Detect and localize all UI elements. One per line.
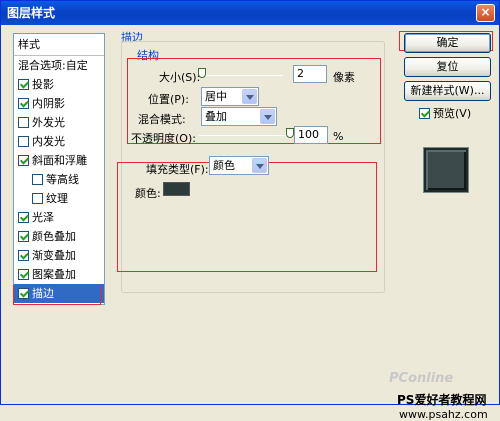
checkbox-icon[interactable]: [18, 155, 29, 166]
size-input[interactable]: 2: [293, 65, 327, 83]
blend-mode-label: 混合模式:: [138, 113, 186, 126]
site-name: PS爱好者教程网: [397, 393, 487, 407]
checkbox-icon[interactable]: [18, 231, 29, 242]
watermark-text: PConline: [389, 371, 454, 386]
style-item-bevel-emboss[interactable]: 斜面和浮雕: [14, 151, 104, 170]
site-url: www.psahz.com: [399, 408, 488, 421]
style-item-outer-glow[interactable]: 外发光: [14, 113, 104, 132]
checkbox-icon[interactable]: [18, 212, 29, 223]
checkbox-icon[interactable]: [18, 98, 29, 109]
style-item-inner-glow[interactable]: 内发光: [14, 132, 104, 151]
opacity-label: 不透明度(O):: [131, 132, 196, 145]
size-slider-track[interactable]: [199, 75, 283, 76]
color-swatch[interactable]: [163, 182, 190, 196]
checkbox-icon[interactable]: [18, 250, 29, 261]
checkbox-icon[interactable]: [18, 117, 29, 128]
opacity-slider-thumb[interactable]: [286, 128, 294, 138]
dialog-body: 样式 混合选项:自定 投影 内阴影 外发光 内发光 斜面和浮雕 等高线 纹理 光…: [3, 25, 497, 421]
style-item-pattern-overlay[interactable]: 图案叠加: [14, 265, 104, 284]
fill-type-select[interactable]: 颜色: [209, 156, 269, 175]
style-preview-thumbnail: [424, 148, 468, 192]
title-bar: 图层样式 ×: [1, 1, 499, 25]
checkbox-icon[interactable]: [32, 193, 43, 204]
size-label: 大小(S):: [159, 71, 201, 84]
chevron-down-icon[interactable]: [242, 89, 257, 104]
checkbox-icon[interactable]: [18, 79, 29, 90]
checkbox-icon[interactable]: [32, 174, 43, 185]
chevron-down-icon[interactable]: [260, 109, 275, 124]
reset-button[interactable]: 复位: [404, 57, 491, 77]
opacity-slider-track[interactable]: [199, 135, 291, 136]
highlight-box-stroke-item: [13, 285, 101, 305]
fill-type-label: 填充类型(F):: [146, 163, 209, 176]
style-item-inner-shadow[interactable]: 内阴影: [14, 94, 104, 113]
style-item-contour[interactable]: 等高线: [14, 170, 104, 189]
style-list-header[interactable]: 样式: [14, 34, 104, 56]
fill-type-value: 颜色: [213, 159, 235, 172]
checkbox-icon[interactable]: [18, 269, 29, 280]
position-select[interactable]: 居中: [201, 87, 259, 106]
size-unit: 像素: [333, 71, 355, 84]
checkbox-icon[interactable]: [419, 108, 430, 119]
style-item-satin[interactable]: 光泽: [14, 208, 104, 227]
opacity-input[interactable]: 100: [294, 126, 328, 144]
blend-mode-select[interactable]: 叠加: [201, 107, 277, 126]
ok-button[interactable]: 确定: [404, 33, 491, 53]
style-item-drop-shadow[interactable]: 投影: [14, 75, 104, 94]
preview-label: 预览(V): [433, 107, 472, 120]
style-item-color-overlay[interactable]: 颜色叠加: [14, 227, 104, 246]
chevron-down-icon[interactable]: [252, 158, 267, 173]
style-item-gradient-overlay[interactable]: 渐变叠加: [14, 246, 104, 265]
blend-options-item[interactable]: 混合选项:自定: [14, 56, 104, 75]
new-style-button[interactable]: 新建样式(W)...: [404, 81, 491, 101]
checkbox-icon[interactable]: [18, 136, 29, 147]
style-list: 样式 混合选项:自定 投影 内阴影 外发光 内发光 斜面和浮雕 等高线 纹理 光…: [13, 33, 105, 305]
style-item-texture[interactable]: 纹理: [14, 189, 104, 208]
color-label: 颜色:: [135, 187, 161, 200]
blend-mode-value: 叠加: [205, 110, 227, 123]
highlight-box-fill: [117, 162, 377, 272]
preview-toggle[interactable]: 预览(V): [419, 105, 471, 121]
window-title: 图层样式: [7, 6, 56, 20]
layer-style-dialog: 图层样式 × 样式 混合选项:自定 投影 内阴影 外发光 内发光 斜面和浮雕 等…: [0, 0, 500, 421]
size-slider-thumb[interactable]: [198, 68, 206, 78]
position-value: 居中: [205, 90, 227, 103]
close-icon[interactable]: ×: [476, 4, 495, 22]
position-label: 位置(P):: [148, 93, 189, 106]
opacity-unit: %: [333, 130, 344, 143]
